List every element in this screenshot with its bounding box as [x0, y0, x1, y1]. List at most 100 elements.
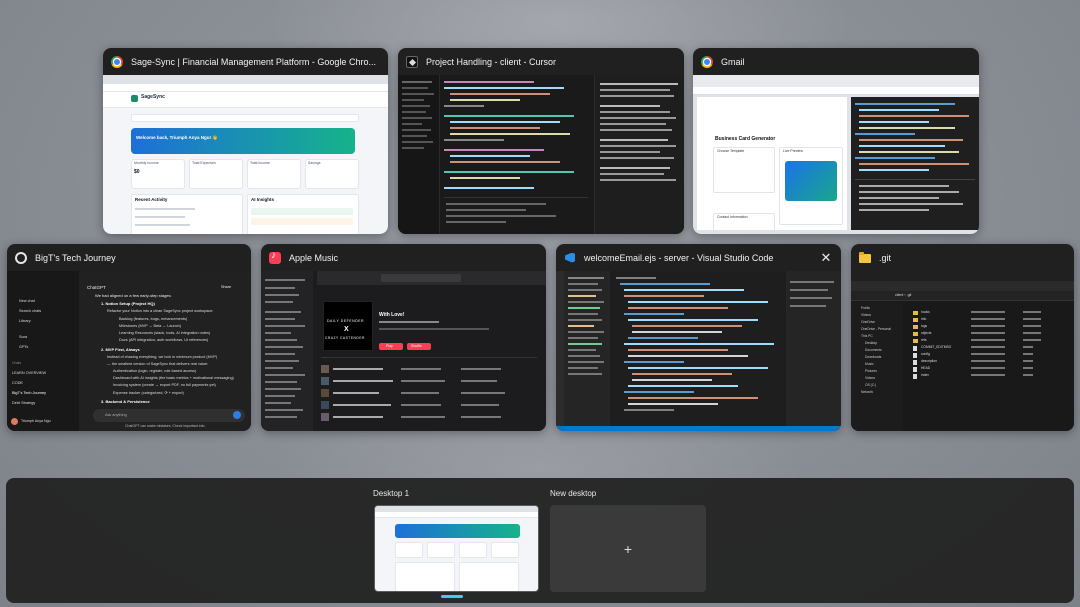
sidebar-item: Library [19, 319, 31, 323]
chat-header: ChatGPT [87, 285, 106, 290]
window-title: Apple Music [289, 252, 339, 263]
panel-title: Contact Information [717, 215, 748, 219]
cursor-app-icon [406, 55, 418, 68]
file-row: index [921, 373, 929, 377]
virtual-desktops-bar: Desktop 1 New desktop + [6, 478, 1074, 603]
sidebar-item: New chat [19, 299, 35, 303]
window-file-explorer-git[interactable]: .git client › .git Public Videos OneDriv… [851, 244, 1074, 431]
nav-item: Pictures [865, 369, 877, 373]
window-gmail-chrome[interactable]: Gmail Business Card Generator Choose Tem… [693, 48, 979, 234]
window-chatgpt-bigt[interactable]: BigT's Tech Journey New chat Search chat… [7, 244, 251, 431]
file-row: config [921, 352, 930, 356]
user-name: Triumph Anya Ngu [21, 419, 51, 423]
welcome-banner [131, 128, 355, 154]
window-thumbnail: Business Card Generator Choose Template … [693, 75, 979, 234]
chat-line: Instead of chasing everything, we lock i… [107, 355, 218, 359]
chat-input-placeholder: Ask anything [105, 413, 127, 417]
nav-item: Documents [865, 348, 882, 352]
file-row: info [921, 317, 927, 321]
chat-line: Expense tracker (categorized, ⟳ + export… [113, 391, 184, 395]
sidebar-item: Search chats [19, 309, 42, 313]
window-header: welcomeEmail.ejs - server - Visual Studi… [556, 244, 841, 271]
nav-item: Desktop [865, 341, 878, 345]
window-thumbnail [556, 271, 841, 431]
file-row: hooks [921, 310, 930, 314]
card-label: Total Income [250, 161, 270, 165]
window-vscode-welcome-email[interactable]: welcomeEmail.ejs - server - Visual Studi… [556, 244, 841, 431]
window-header: Apple Music [261, 244, 546, 271]
chat-line: Milestones (MVP → Beta → Launch) [119, 324, 181, 328]
panel-title: Live Preview [783, 149, 803, 153]
window-title: .git [879, 252, 892, 263]
window-thumbnail: New chat Search chats Library Sora GPTs … [7, 271, 251, 431]
card-label: Monthly Income [134, 161, 159, 165]
desktop-1-label: Desktop 1 [373, 489, 410, 498]
window-header: Gmail [693, 48, 979, 75]
sidebar-item: GPTs [19, 345, 29, 349]
chat-line: Backlog (features, bugs, enhancements) [119, 317, 188, 321]
section-title: Recent Activity [135, 197, 168, 202]
window-cursor-project-handling[interactable]: Project Handling - client - Cursor [398, 48, 684, 234]
sidebar-item: LEARN OVERVIEW [12, 371, 47, 375]
window-title: Project Handling - client - Cursor [426, 56, 557, 67]
new-desktop-button[interactable]: + [550, 505, 706, 592]
nav-item: Network [861, 390, 874, 394]
send-icon [233, 411, 241, 419]
apple-music-icon [269, 250, 281, 264]
desktop-1-thumbnail[interactable] [374, 505, 539, 592]
chat-line: 1. Notion Setup (Project HQ) [101, 301, 155, 306]
nav-item: Videos [865, 376, 876, 380]
window-sage-sync-chrome[interactable]: Sage-Sync | Financial Management Platfor… [103, 48, 388, 234]
card-label: Total Expenses [192, 161, 216, 165]
window-apple-music[interactable]: Apple Music DAILY DEFENDER X CRAZY CASTE… [261, 244, 546, 431]
window-title: Gmail [721, 56, 745, 67]
window-title: BigT's Tech Journey [35, 252, 116, 263]
card-value: $0 [134, 169, 140, 175]
folder-icon [859, 251, 871, 264]
sidebar-item: Debt Strategy [12, 401, 36, 405]
chat-line: Dashboard with AI insights (the basic me… [113, 376, 234, 380]
welcome-text: Welcome back, Triumph Anya Ngu! 👋 [136, 135, 218, 140]
page-heading: Business Card Generator [715, 136, 776, 142]
chat-line: 3. Backend & Persistence [101, 399, 150, 404]
chat-line: Docs (API integration, auth workflows, U… [119, 338, 209, 342]
card-label: Savings [308, 161, 321, 165]
avatar [11, 418, 18, 425]
chat-line: Invoicing system (create → export PDF, n… [113, 383, 216, 387]
nav-item: This PC [861, 334, 873, 338]
sidebar-item: Sora [19, 335, 28, 339]
nav-item: OneDrive [861, 320, 875, 324]
close-icon[interactable]: ✕ [819, 250, 833, 266]
shuffle-label: Shuffle [411, 344, 422, 348]
sidebar-item: CODE [12, 381, 23, 385]
vscode-icon [564, 252, 576, 264]
window-thumbnail [398, 75, 684, 234]
window-thumbnail: client › .git Public Videos OneDrive One… [851, 271, 1074, 431]
nav-item: Videos [861, 313, 872, 317]
album-art-subtitle: CRAZY CASTENDER [325, 336, 365, 340]
chat-line: Authentication (login, register, role-ba… [113, 369, 197, 373]
window-header: Project Handling - client - Cursor [398, 48, 684, 75]
new-desktop-label: New desktop [550, 489, 597, 498]
window-thumbnail: SageSync Welcome back, Triumph Anya Ngu!… [103, 75, 388, 234]
active-desktop-indicator [441, 595, 463, 598]
window-title: welcomeEmail.ejs - server - Visual Studi… [584, 252, 774, 263]
section-title: AI Insights [251, 197, 275, 202]
nav-item: OS (C:) [865, 383, 877, 387]
panel-title: Choose Template [717, 149, 745, 153]
chat-line: Refactor your Notion into a clean SageSy… [107, 309, 214, 313]
disclaimer: ChatGPT can make mistakes. Check importa… [125, 424, 206, 428]
nav-item: Music [865, 362, 874, 366]
chrome-icon [111, 55, 123, 68]
plus-icon: + [623, 540, 633, 557]
file-row: description [921, 359, 937, 363]
sidebar-item: BigT's Tech Journey [12, 391, 46, 395]
chat-line: Learning Resources (stack, tools, AI int… [119, 331, 211, 335]
nav-item: OneDrive - Personal [861, 327, 891, 331]
openai-icon [15, 251, 27, 264]
chat-line: 2. MVP First, Always [101, 347, 140, 352]
file-row: COMMIT_EDITMSG [921, 345, 952, 349]
file-row: refs [921, 338, 927, 342]
album-art-mark: X [344, 326, 349, 333]
chat-line: — the smallest version of SageSync that … [107, 362, 209, 366]
